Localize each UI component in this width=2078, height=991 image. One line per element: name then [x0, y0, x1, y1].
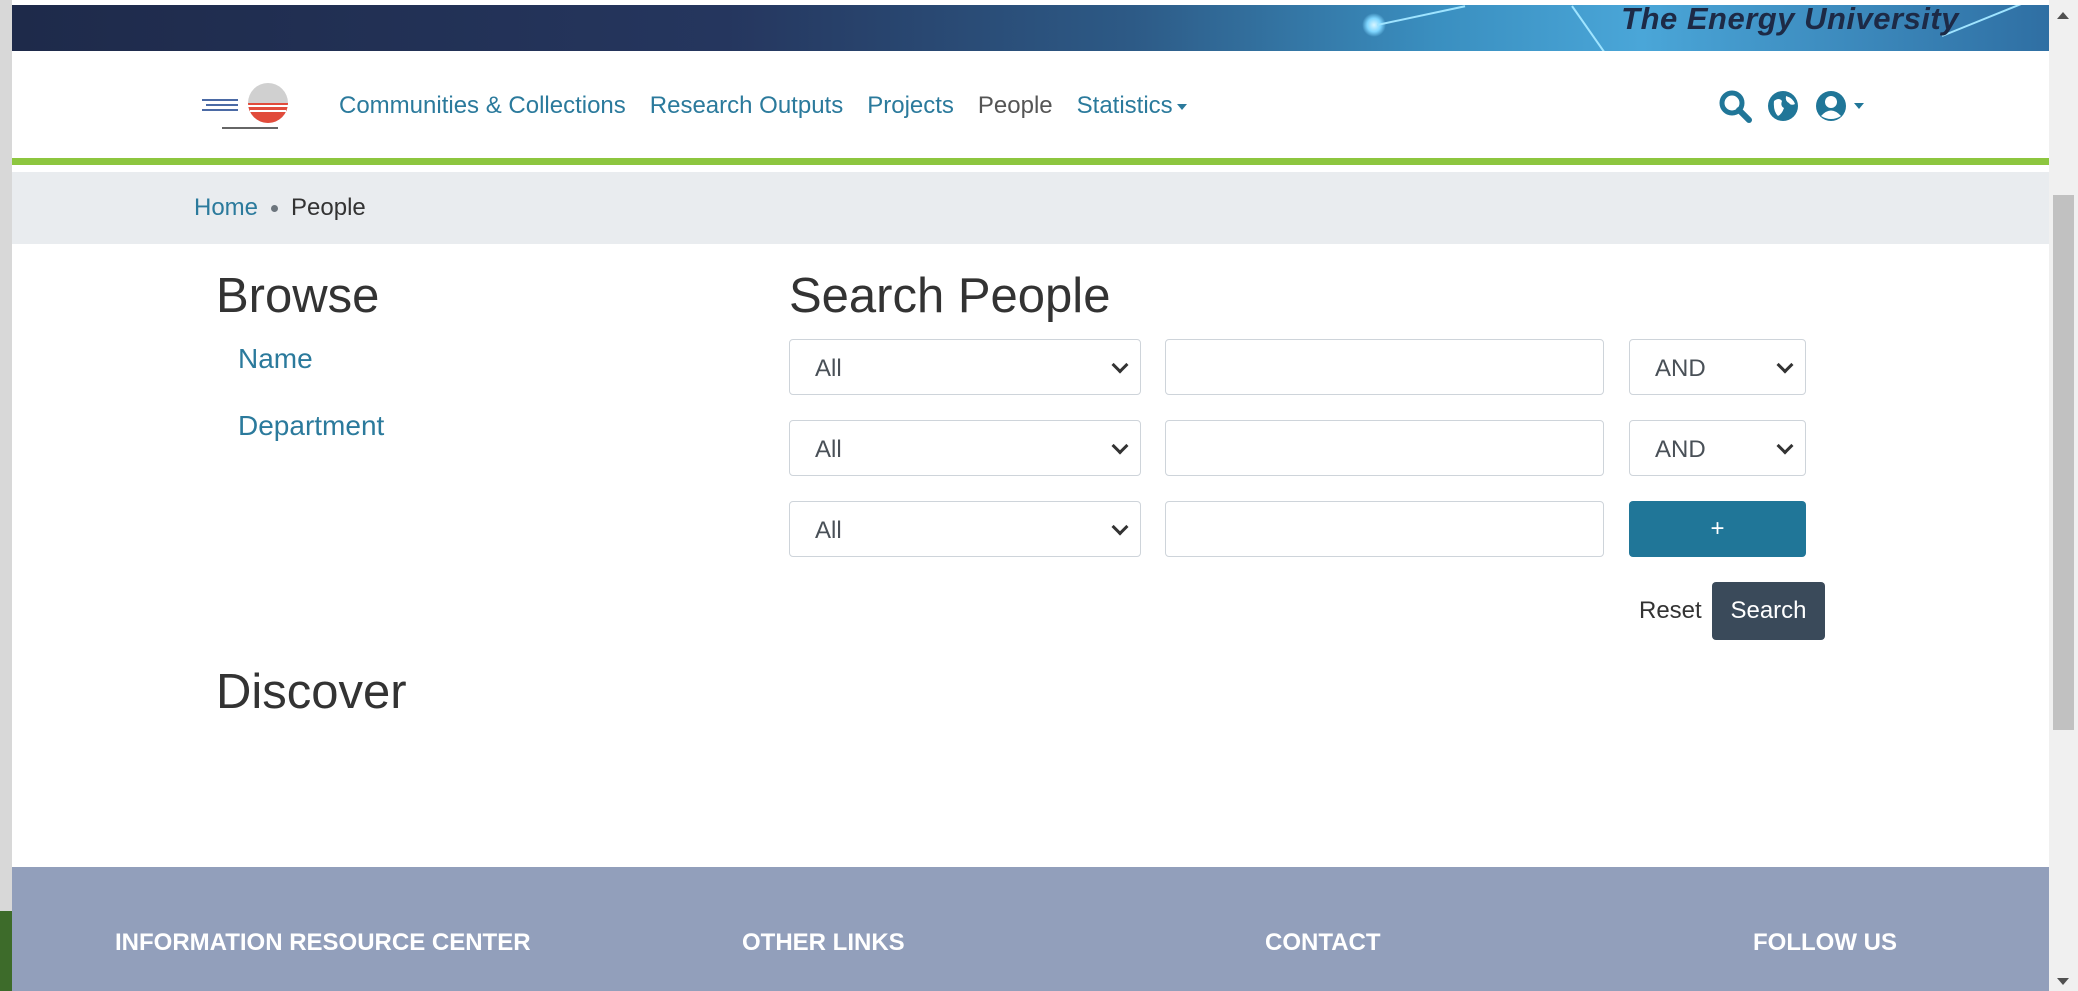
user-menu-dropdown[interactable] [1814, 89, 1864, 123]
search-people-heading: Search People [789, 269, 1111, 323]
search-field-value: All [815, 436, 842, 463]
breadcrumb: Home People [194, 194, 366, 222]
search-icon[interactable] [1718, 89, 1752, 123]
browse-by-department-link[interactable]: Department [238, 410, 384, 442]
user-circle-icon [1816, 91, 1846, 121]
scroll-up-arrow-icon[interactable] [2057, 12, 2069, 19]
footer-heading-information-resource-center: INFORMATION RESOURCE CENTER [115, 929, 531, 956]
search-button[interactable]: Search [1712, 582, 1825, 640]
search-term-input[interactable] [1165, 420, 1604, 476]
discover-heading: Discover [216, 665, 407, 719]
banner-title: The Energy University [1621, 5, 1959, 36]
search-field-value: All [815, 355, 842, 382]
search-field-select[interactable]: All [789, 339, 1141, 395]
site-logo[interactable] [200, 83, 296, 135]
nav-icons [1718, 89, 1864, 123]
scrollbar-thumb[interactable] [2053, 195, 2074, 730]
search-operator-value: AND [1655, 436, 1706, 463]
nav-people[interactable]: People [966, 92, 1065, 120]
banner-line [1376, 5, 1466, 26]
banner-glow [1362, 13, 1386, 37]
search-term-input[interactable] [1165, 339, 1604, 395]
browse-heading: Browse [216, 269, 380, 323]
footer-heading-other-links: OTHER LINKS [742, 929, 905, 956]
scroll-down-arrow-icon[interactable] [2057, 978, 2069, 985]
nav-links: Communities & Collections Research Outpu… [327, 92, 1199, 120]
add-search-row-button[interactable]: + [1629, 501, 1806, 557]
vertical-scrollbar[interactable] [2049, 0, 2078, 991]
search-field-value: All [815, 517, 842, 544]
chevron-down-icon [1111, 518, 1129, 536]
breadcrumb-separator [271, 204, 279, 212]
nav-statistics-label: Statistics [1076, 92, 1173, 119]
browse-links: Name Department [238, 343, 384, 477]
globe-icon[interactable] [1766, 89, 1800, 123]
search-operator-select[interactable]: AND [1629, 420, 1806, 476]
chevron-down-icon [1776, 437, 1794, 455]
nav-statistics-dropdown[interactable]: Statistics [1065, 92, 1199, 120]
caret-down-icon [1176, 103, 1187, 110]
breadcrumb-current: People [291, 194, 366, 221]
chevron-down-icon [1111, 437, 1129, 455]
search-term-input[interactable] [1165, 501, 1604, 557]
top-banner: The Energy University [12, 5, 2049, 51]
caret-down-icon [1854, 103, 1864, 109]
search-operator-select[interactable]: AND [1629, 339, 1806, 395]
breadcrumb-bar: Home People [12, 172, 2049, 244]
browse-by-name-link[interactable]: Name [238, 343, 384, 375]
site-footer: INFORMATION RESOURCE CENTER OTHER LINKS … [12, 867, 2049, 991]
footer-heading-contact: CONTACT [1265, 929, 1381, 956]
desktop-background [0, 911, 12, 991]
nav-communities-collections[interactable]: Communities & Collections [327, 92, 638, 120]
search-field-select[interactable]: All [789, 420, 1141, 476]
chevron-down-icon [1776, 356, 1794, 374]
reset-button[interactable]: Reset [1629, 582, 1712, 640]
breadcrumb-home-link[interactable]: Home [194, 194, 258, 222]
search-field-select[interactable]: All [789, 501, 1141, 557]
browser-viewport: The Energy University Communities & Coll… [12, 0, 2049, 991]
main-navbar: Communities & Collections Research Outpu… [12, 51, 2049, 165]
nav-research-outputs[interactable]: Research Outputs [638, 92, 855, 120]
search-operator-value: AND [1655, 355, 1706, 382]
window-left-edge [0, 0, 12, 991]
banner-line [1571, 5, 1608, 51]
chevron-down-icon [1111, 356, 1129, 374]
footer-heading-follow-us: FOLLOW US [1753, 929, 1897, 956]
nav-projects[interactable]: Projects [855, 92, 966, 120]
